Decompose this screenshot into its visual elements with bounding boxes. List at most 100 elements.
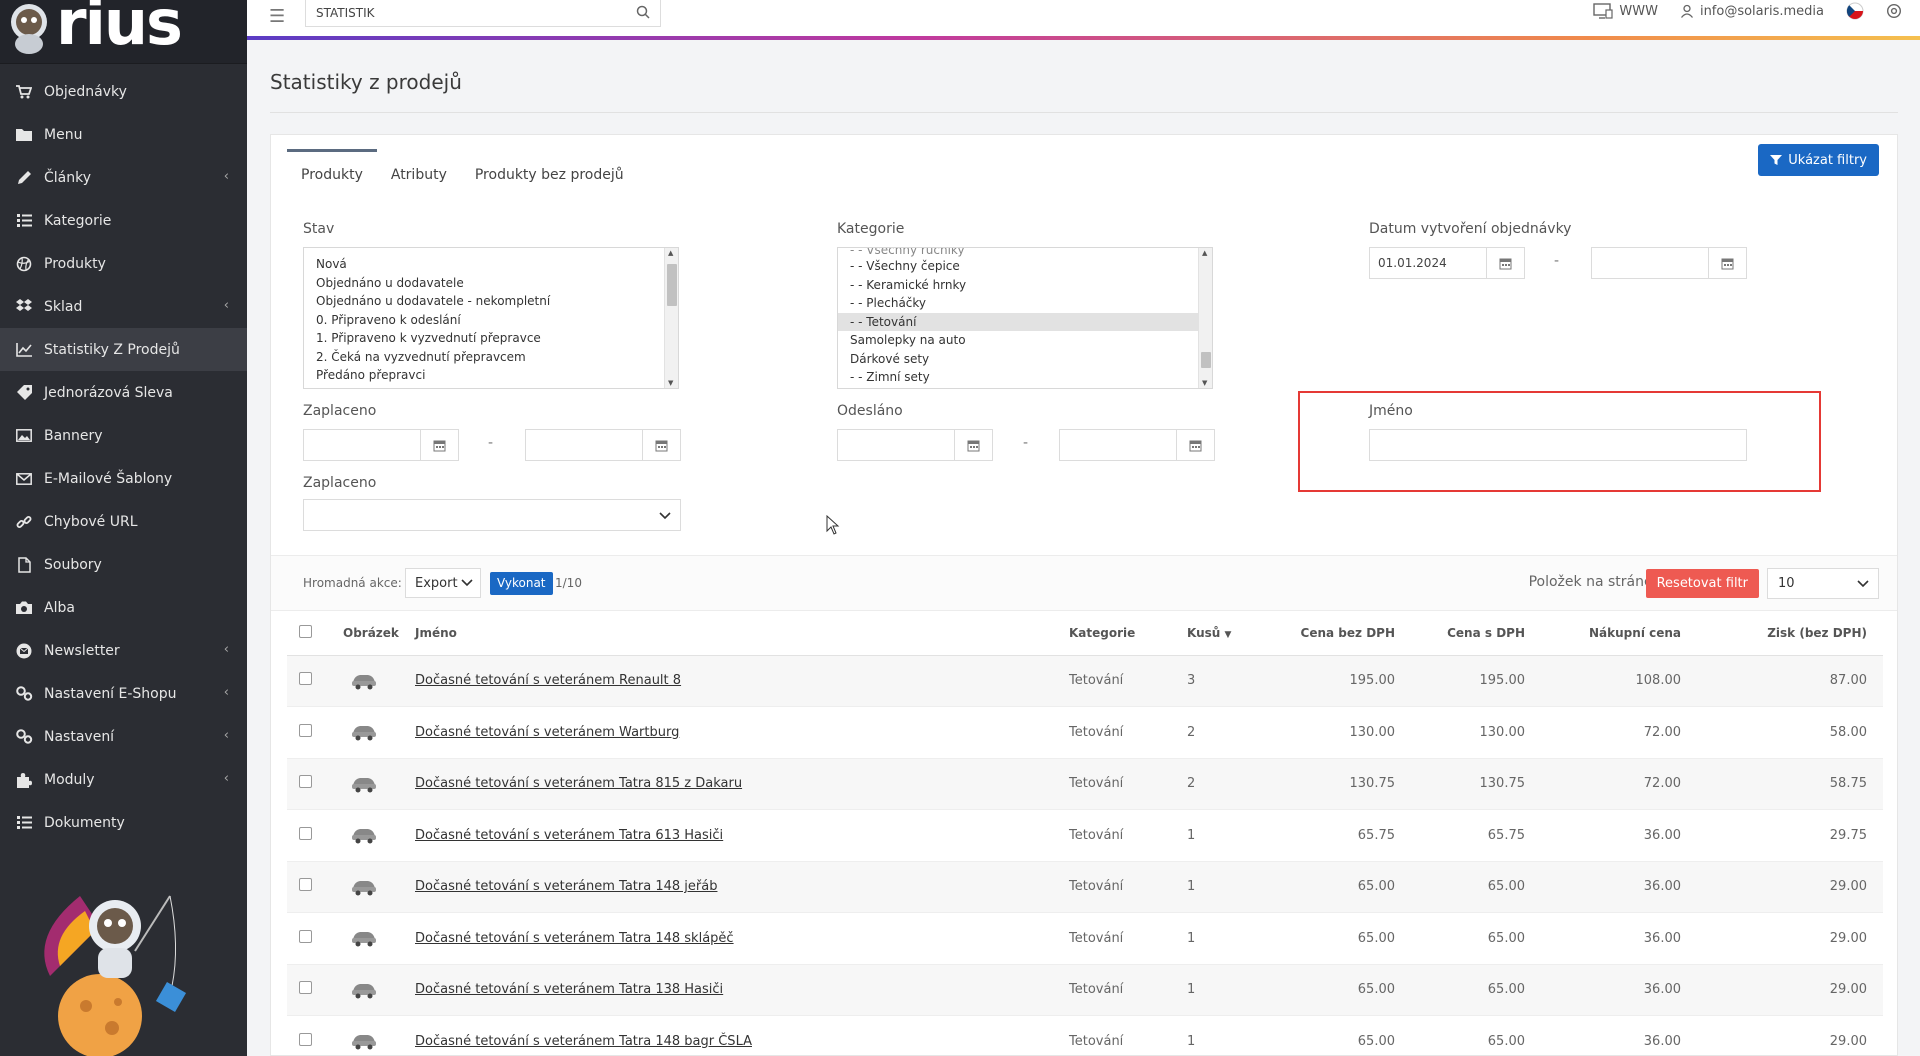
product-name-link[interactable]: Dočasné tetování s veteránem Tatra 815 z… bbox=[415, 776, 742, 791]
col-profit[interactable]: Zisk (bez DPH) bbox=[1697, 611, 1883, 656]
select-all-checkbox[interactable] bbox=[299, 624, 312, 638]
tab-atributy[interactable]: Atributy bbox=[377, 149, 461, 197]
sidebar-item-soubory[interactable]: Soubory bbox=[0, 543, 247, 586]
col-name[interactable]: Jméno bbox=[415, 611, 1069, 656]
datum-to[interactable] bbox=[1591, 247, 1747, 279]
product-name-link[interactable]: Dočasné tetování s veteránem Wartburg bbox=[415, 725, 679, 740]
calendar-icon[interactable] bbox=[642, 430, 680, 460]
scroll-down-icon[interactable]: ▼ bbox=[668, 379, 673, 387]
col-price-ex[interactable]: Cena bez DPH bbox=[1291, 611, 1411, 656]
zaplaceno-select[interactable] bbox=[303, 499, 681, 531]
odeslano-from[interactable] bbox=[837, 429, 993, 461]
stav-listbox[interactable]: Nová Objednáno u dodavatele Objednáno u do… bbox=[303, 247, 679, 389]
col-purchase[interactable]: Nákupní cena bbox=[1541, 611, 1697, 656]
search-input[interactable] bbox=[316, 6, 616, 20]
user-menu[interactable]: info@solaris.media bbox=[1680, 4, 1824, 19]
product-name-link[interactable]: Dočasné tetování s veteránem Renault 8 bbox=[415, 673, 681, 688]
sidebar-item-objednávky[interactable]: Objednávky bbox=[0, 70, 247, 113]
www-link[interactable]: WWW bbox=[1593, 3, 1658, 19]
product-name-link[interactable]: Dočasné tetování s veteránem Tatra 138 H… bbox=[415, 982, 723, 997]
row-checkbox[interactable] bbox=[299, 981, 312, 995]
sidebar-item-nastavení-e-shopu[interactable]: Nastavení E-Shopu ‹ bbox=[0, 672, 247, 715]
sidebar-item-kategorie[interactable]: Kategorie bbox=[0, 199, 247, 242]
stav-option[interactable]: 0. Připraveno k odeslání bbox=[304, 311, 678, 330]
calendar-icon[interactable] bbox=[1176, 430, 1214, 460]
product-thumbnail[interactable] bbox=[349, 718, 379, 744]
scroll-up-icon[interactable]: ▲ bbox=[668, 249, 673, 257]
scroll-thumb[interactable] bbox=[1201, 352, 1211, 368]
stav-option[interactable]: Předáno přepravci bbox=[304, 366, 678, 385]
per-page-select[interactable]: 10 bbox=[1767, 568, 1879, 599]
scroll-down-icon[interactable]: ▼ bbox=[1202, 379, 1207, 387]
kategorie-option[interactable]: - - Plecháčky bbox=[838, 294, 1200, 313]
sidebar-item-bannery[interactable]: Bannery bbox=[0, 414, 247, 457]
row-checkbox[interactable] bbox=[299, 723, 312, 737]
calendar-icon[interactable] bbox=[1486, 248, 1524, 278]
show-filters-button[interactable]: Ukázat filtry bbox=[1758, 144, 1879, 176]
language-switch[interactable] bbox=[1846, 2, 1864, 20]
sidebar-item-menu[interactable]: Menu bbox=[0, 113, 247, 156]
settings-toggle[interactable] bbox=[1886, 3, 1902, 19]
product-name-link[interactable]: Dočasné tetování s veteránem Tatra 613 H… bbox=[415, 828, 723, 843]
sidebar-item-moduly[interactable]: Moduly ‹ bbox=[0, 758, 247, 801]
kategorie-option[interactable]: Dárkové sety bbox=[838, 350, 1200, 369]
kategorie-option[interactable]: - - Zimní sety bbox=[838, 368, 1200, 387]
bulk-action-select[interactable]: Export bbox=[405, 568, 481, 598]
stav-option[interactable]: 1. Připraveno k vyzvednutí přepravce bbox=[304, 329, 678, 348]
calendar-icon[interactable] bbox=[1708, 248, 1746, 278]
product-name-link[interactable]: Dočasné tetování s veteránem Tatra 148 j… bbox=[415, 879, 717, 894]
product-thumbnail[interactable] bbox=[349, 873, 379, 899]
tab-produkty-bez-prodejů[interactable]: Produkty bez prodejů bbox=[461, 149, 638, 197]
product-name-link[interactable]: Dočasné tetování s veteránem Tatra 148 s… bbox=[415, 931, 734, 946]
kategorie-option[interactable]: Samolepky na auto bbox=[838, 331, 1200, 350]
zaplaceno-to[interactable] bbox=[525, 429, 681, 461]
scroll-up-icon[interactable]: ▲ bbox=[1202, 249, 1207, 257]
row-checkbox[interactable] bbox=[299, 929, 312, 943]
kategorie-option[interactable]: - - Všechny čepice bbox=[838, 257, 1200, 276]
sidebar-item-dokumenty[interactable]: Dokumenty bbox=[0, 801, 247, 844]
sidebar-item-sklad[interactable]: Sklad ‹ bbox=[0, 285, 247, 328]
kategorie-option-partial[interactable]: - - Všechny ručníky bbox=[838, 248, 1212, 257]
reset-filter-button[interactable]: Resetovat filtr bbox=[1645, 569, 1759, 598]
stav-option[interactable]: Objednáno u dodavatele bbox=[304, 274, 678, 293]
product-thumbnail[interactable] bbox=[349, 770, 379, 796]
sidebar-item-alba[interactable]: Alba bbox=[0, 586, 247, 629]
sidebar-item-e-mailové-šablony[interactable]: E-Mailové Šablony bbox=[0, 457, 247, 500]
sidebar-item-články[interactable]: Články ‹ bbox=[0, 156, 247, 199]
col-qty[interactable]: Kusů ▼ bbox=[1187, 611, 1291, 656]
stav-option[interactable]: Objednáno u dodavatele - nekompletní bbox=[304, 292, 678, 311]
logo[interactable]: rius bbox=[0, 0, 247, 64]
jmeno-input[interactable] bbox=[1369, 429, 1747, 461]
col-price-inc[interactable]: Cena s DPH bbox=[1411, 611, 1541, 656]
kategorie-option[interactable]: - - Tetování bbox=[838, 312, 1200, 331]
kategorie-listbox[interactable]: - - Všechny ručníky - - Všechny čepice - … bbox=[837, 247, 1213, 389]
product-thumbnail[interactable] bbox=[349, 1027, 379, 1053]
product-name-link[interactable]: Dočasné tetování s veteránem Tatra 148 b… bbox=[415, 1034, 752, 1049]
datum-from[interactable]: 01.01.2024 bbox=[1369, 247, 1525, 279]
stav-scrollbar[interactable]: ▲ ▼ bbox=[664, 248, 678, 388]
tab-produkty[interactable]: Produkty bbox=[287, 149, 377, 197]
kategorie-scrollbar[interactable]: ▲ ▼ bbox=[1198, 248, 1212, 388]
search-icon[interactable] bbox=[636, 5, 650, 19]
product-thumbnail[interactable] bbox=[349, 821, 379, 847]
row-checkbox[interactable] bbox=[299, 775, 312, 789]
sidebar-item-newsletter[interactable]: Newsletter ‹ bbox=[0, 629, 247, 672]
scroll-thumb[interactable] bbox=[667, 264, 677, 306]
stav-option[interactable]: 2. Čeká na vyzvednutí přepravcem bbox=[304, 348, 678, 367]
row-checkbox[interactable] bbox=[299, 826, 312, 840]
row-checkbox[interactable] bbox=[299, 878, 312, 892]
calendar-icon[interactable] bbox=[954, 430, 992, 460]
sidebar-item-chybové-url[interactable]: Chybové URL bbox=[0, 500, 247, 543]
zaplaceno-from[interactable] bbox=[303, 429, 459, 461]
row-checkbox[interactable] bbox=[299, 1032, 312, 1046]
product-thumbnail[interactable] bbox=[349, 924, 379, 950]
sidebar-item-statistiky-z-prodejů[interactable]: Statistiky Z Prodejů bbox=[0, 328, 247, 371]
execute-button[interactable]: Vykonat bbox=[490, 572, 553, 595]
sidebar-item-produkty[interactable]: Produkty bbox=[0, 242, 247, 285]
product-thumbnail[interactable] bbox=[349, 667, 379, 693]
menu-toggle-icon[interactable]: ☰ bbox=[269, 6, 285, 27]
stav-option[interactable]: Nová bbox=[304, 255, 678, 274]
odeslano-to[interactable] bbox=[1059, 429, 1215, 461]
sidebar-item-jednorázová-sleva[interactable]: Jednorázová Sleva bbox=[0, 371, 247, 414]
product-thumbnail[interactable] bbox=[349, 976, 379, 1002]
